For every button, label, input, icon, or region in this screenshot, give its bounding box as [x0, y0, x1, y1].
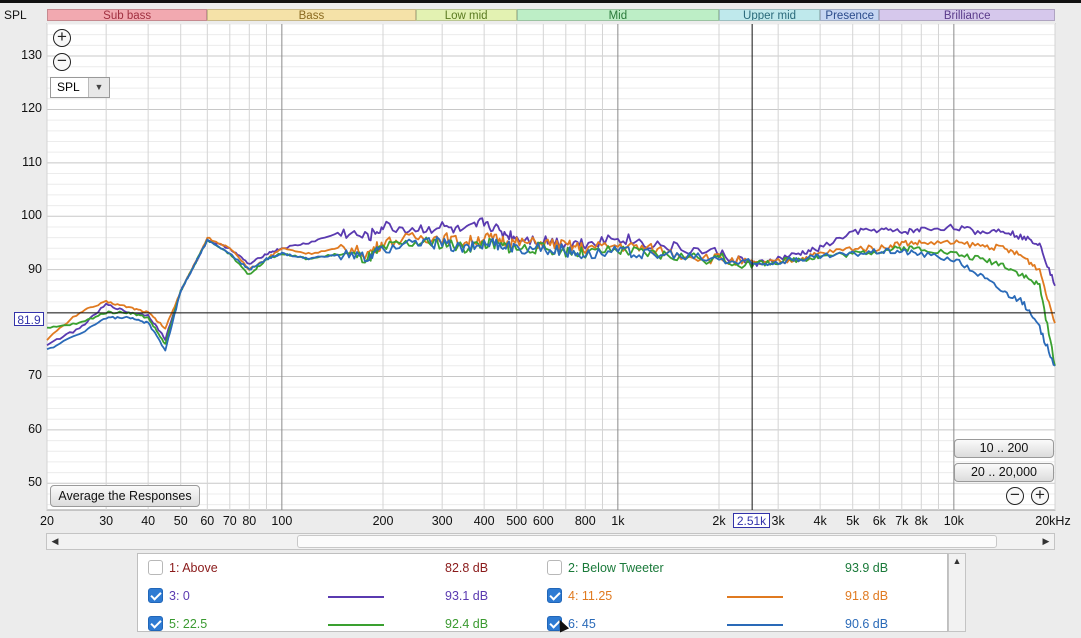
legend-row-5[interactable]: 5: 22.5 92.4 dB	[148, 616, 538, 638]
checkbox-4[interactable]	[547, 588, 562, 603]
x-tick-label: 100	[271, 514, 293, 528]
y-tick-label: 120	[21, 101, 42, 116]
legend-vertical-scrollbar[interactable]: ▲	[948, 553, 966, 632]
y-tick-label: 90	[28, 261, 42, 276]
legend-row-3[interactable]: 3: 0 93.1 dB	[148, 588, 538, 610]
zoom-in-vertical-icon[interactable]: +	[53, 28, 71, 47]
scrollbar-thumb[interactable]	[297, 535, 997, 548]
legend-row-4[interactable]: 4: 11.25 91.8 dB	[547, 588, 937, 610]
scroll-right-icon[interactable]: ▶	[1038, 534, 1054, 549]
legend-name-5: 5: 22.5	[169, 617, 208, 631]
zoom-in-horizontal-icon[interactable]: +	[1031, 486, 1049, 505]
scroll-left-icon[interactable]: ◀	[47, 534, 63, 549]
zoom-out-vertical-icon[interactable]: −	[53, 52, 71, 71]
spl-select-value: SPL	[57, 80, 80, 94]
legend-name-1: 1: Above	[169, 561, 218, 575]
x-tick-label: 60	[200, 514, 215, 528]
x-tick-label: 3k	[771, 514, 785, 528]
legend-level-4: 91.8 dB	[845, 589, 889, 603]
average-responses-button[interactable]: Average the Responses	[50, 485, 200, 507]
checkbox-1[interactable]	[148, 560, 163, 575]
scroll-up-icon[interactable]: ▲	[949, 554, 965, 568]
x-tick-label: 1k	[611, 514, 625, 528]
checkbox-5[interactable]	[148, 616, 163, 631]
x-tick-label: 10k	[943, 514, 964, 528]
legend-level-3: 93.1 dB	[445, 589, 489, 603]
measurement-legend: 1: Above 82.8 dB 2: Below Tweeter 93.9 d…	[137, 553, 948, 632]
x-tick-label: 400	[473, 514, 495, 528]
legend-swatch-4	[727, 596, 783, 598]
x-tick-label: 70	[222, 514, 237, 528]
x-tick-label: 600	[532, 514, 554, 528]
plot-area	[46, 23, 1056, 511]
legend-level-1: 82.8 dB	[445, 561, 489, 575]
horizontal-scrollbar[interactable]: ◀ ▶	[46, 533, 1055, 550]
x-tick-label: 20	[40, 514, 54, 528]
y-tick-label: 100	[21, 208, 42, 223]
cursor-x-readout: 2.51k	[733, 513, 770, 528]
legend-name-3: 3: 0	[169, 589, 190, 603]
x-tick-label: 500	[506, 514, 528, 528]
range-20-20000-button[interactable]: 20 .. 20,000	[954, 463, 1054, 482]
range-10-200-button[interactable]: 10 .. 200	[954, 439, 1054, 458]
x-tick-label: 30	[99, 514, 114, 528]
x-tick-label: 20kHz	[1035, 514, 1071, 528]
x-tick-label: 800	[574, 514, 596, 528]
legend-row-2[interactable]: 2: Below Tweeter 93.9 dB	[547, 560, 937, 582]
x-tick-label: 80	[242, 514, 257, 528]
legend-level-6: 90.6 dB	[845, 617, 889, 631]
x-tick-label: 4k	[813, 514, 827, 528]
x-tick-label: 200	[372, 514, 394, 528]
x-tick-label: 8k	[914, 514, 928, 528]
x-tick-label: 300	[431, 514, 453, 528]
legend-swatch-3	[328, 596, 384, 598]
legend-level-2: 93.9 dB	[845, 561, 889, 575]
x-tick-label: 6k	[872, 514, 886, 528]
x-tick-label: 5k	[846, 514, 860, 528]
legend-row-1[interactable]: 1: Above 82.8 dB	[148, 560, 538, 582]
legend-swatch-5	[328, 624, 384, 626]
x-tick-label: 40	[141, 514, 156, 528]
legend-row-6[interactable]: 6: 45 90.6 dB	[547, 616, 937, 638]
x-tick-label: 50	[173, 514, 188, 528]
x-tick-label: 2k	[712, 514, 726, 528]
chevron-down-icon: ▼	[88, 78, 109, 97]
y-tick-label: 60	[28, 421, 42, 436]
legend-swatch-6	[727, 624, 783, 626]
checkbox-2[interactable]	[547, 560, 562, 575]
zoom-out-horizontal-icon[interactable]: −	[1006, 486, 1024, 505]
spl-select[interactable]: SPL ▼	[50, 77, 110, 98]
y-tick-label: 110	[22, 154, 42, 169]
legend-name-4: 4: 11.25	[568, 589, 613, 603]
legend-name-6: 6: 45	[568, 617, 596, 631]
checkbox-3[interactable]	[148, 588, 163, 603]
y-tick-label: 50	[28, 475, 42, 490]
legend-name-2: 2: Below Tweeter	[568, 561, 664, 575]
x-tick-label: 7k	[895, 514, 909, 528]
legend-level-5: 92.4 dB	[445, 617, 489, 631]
y-tick-label: 130	[21, 48, 42, 63]
y-tick-label: 70	[28, 368, 42, 383]
cursor-y-readout: 81.9	[14, 312, 44, 327]
